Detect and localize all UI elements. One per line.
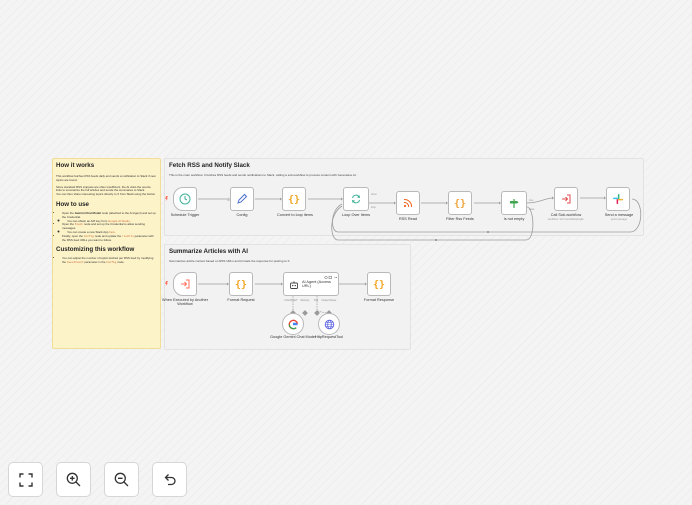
globe-icon <box>324 319 334 329</box>
node-label: Loop Over Items <box>341 213 371 217</box>
node-label: Format Response <box>363 298 395 302</box>
output-label-done: done <box>371 192 377 196</box>
input-label-memory: Memory <box>300 299 310 302</box>
node-label: HttpRequestTool <box>314 335 344 339</box>
node-label: When Executed by Another Workflow <box>162 298 209 307</box>
zoom-out-button[interactable] <box>104 462 139 497</box>
if-signpost-icon <box>510 199 519 208</box>
clock-icon <box>179 193 191 205</box>
node-label: AI Agent (Access URL) <box>302 280 331 289</box>
node-is-not-empty[interactable] <box>501 191 527 215</box>
node-call-sub-workflow[interactable] <box>554 187 578 211</box>
node-send-a-message[interactable] <box>606 187 630 211</box>
zoom-out-icon <box>114 472 129 487</box>
loop-arrows-icon <box>352 194 360 204</box>
input-label-tool: Tool <box>313 299 319 302</box>
code-braces-icon: {} <box>235 280 247 291</box>
input-label-output-parser: Output Parser <box>321 299 337 302</box>
undo-button[interactable] <box>152 462 187 497</box>
sign-in-arrow-icon <box>562 194 571 204</box>
node-label: RSS Read <box>399 217 417 221</box>
output-label-loop: loop <box>371 205 376 209</box>
sign-in-arrow-icon <box>181 279 190 289</box>
node-label: Config <box>236 213 248 217</box>
connection-handle[interactable] <box>487 231 489 233</box>
node-label: Format Request <box>227 298 255 302</box>
node-convert-to-loop-items[interactable]: {} <box>282 187 306 211</box>
connections-layer: done loop true false <box>198 192 642 315</box>
svg-text:{}: {} <box>373 280 385 291</box>
node-label: Filter Rss Feeds <box>446 217 474 221</box>
node-label: Is not empty <box>503 217 525 221</box>
code-braces-icon: {} <box>288 195 300 206</box>
node-label: Convert to loop items <box>277 213 313 217</box>
fit-view-icon <box>18 472 33 487</box>
robot-icon <box>290 281 298 289</box>
node-toolbar-icons[interactable] <box>324 275 338 280</box>
output-label-false: false <box>529 207 535 211</box>
rss-icon <box>403 199 412 208</box>
node-rss-read[interactable] <box>396 191 420 215</box>
node-label: Send a message <box>604 213 634 217</box>
connection-handle[interactable] <box>435 239 437 241</box>
node-subtitle: workflow: 'rdsYnomcE9spbxgfe' <box>547 218 585 221</box>
output-label-true: true <box>529 198 534 202</box>
slack-icon <box>613 194 623 204</box>
node-http-request-tool[interactable] <box>318 313 340 335</box>
node-label: Call Sub-workflow <box>550 213 582 217</box>
zoom-in-icon <box>66 472 81 487</box>
zoom-in-button[interactable] <box>56 462 91 497</box>
svg-text:{}: {} <box>454 199 466 210</box>
node-config[interactable] <box>230 187 254 211</box>
node-when-executed[interactable] <box>173 272 197 296</box>
input-label-chat-model: Chat Model* <box>284 299 298 302</box>
node-ai-agent[interactable]: AI Agent (Access URL) <box>283 272 339 296</box>
code-braces-icon: {} <box>454 199 466 210</box>
fit-view-button[interactable] <box>8 462 43 497</box>
node-loop-over-items[interactable] <box>343 187 369 211</box>
node-schedule-trigger[interactable] <box>173 187 197 211</box>
node-filter-rss-feeds[interactable]: {} <box>448 191 472 215</box>
code-braces-icon: {} <box>373 280 385 291</box>
svg-text:{}: {} <box>288 195 300 206</box>
undo-icon <box>164 474 176 486</box>
node-subtitle: post:message <box>610 218 628 221</box>
node-format-request[interactable]: {} <box>229 272 253 296</box>
google-g-icon <box>288 319 298 329</box>
node-format-response[interactable]: {} <box>367 272 391 296</box>
node-google-gemini-chat-model[interactable] <box>282 313 304 335</box>
svg-text:{}: {} <box>235 280 247 291</box>
node-label: Schedule Trigger <box>170 213 200 217</box>
pencil-icon <box>237 193 248 204</box>
